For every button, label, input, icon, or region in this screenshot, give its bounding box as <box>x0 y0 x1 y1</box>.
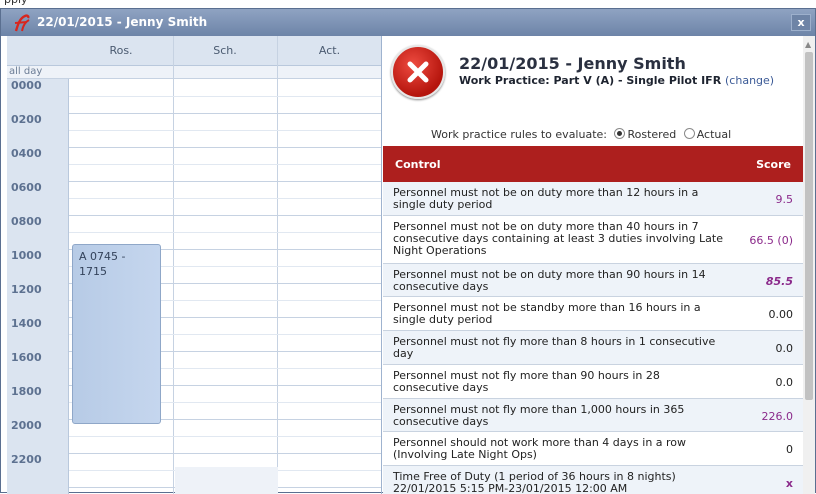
control-text: Personnel must not be standby more than … <box>393 301 701 326</box>
time-label: 0200 <box>11 113 42 126</box>
score-value: 226.0 <box>761 410 794 423</box>
time-label: 1200 <box>11 283 42 296</box>
control-text: Personnel must not fly more than 1,000 h… <box>393 403 685 428</box>
schedule-panel: Ros. Sch. Act. all day 0000 0200 0400 06… <box>7 36 382 494</box>
detail-panel: 22/01/2015 - Jenny Smith Work Practice: … <box>383 36 803 494</box>
score-value: 0 <box>786 443 793 456</box>
title-bar: 22/01/2015 - Jenny Smith x <box>1 9 815 36</box>
control-text: Personnel must not be on duty more than … <box>393 186 699 211</box>
scroll-thumb[interactable] <box>805 52 813 400</box>
schedule-dialog: 22/01/2015 - Jenny Smith x Ros. Sch. Act… <box>0 8 816 494</box>
table-row[interactable]: Personnel must not fly more than 1,000 h… <box>383 399 803 432</box>
time-label: 1400 <box>11 317 42 330</box>
rules-label: Work practice rules to evaluate: <box>431 128 607 141</box>
window-title: 22/01/2015 - Jenny Smith <box>37 15 208 29</box>
table-row[interactable]: Personnel must not fly more than 8 hours… <box>383 331 803 365</box>
event-time-start: A 0745 - <box>79 250 126 263</box>
app-logo-icon <box>13 14 33 32</box>
table-row[interactable]: Personnel must not be on duty more than … <box>383 264 803 297</box>
change-work-practice-link[interactable]: (change) <box>725 74 774 87</box>
score-value: 85.5 <box>765 275 793 288</box>
event-time-end: 1715 <box>79 265 107 278</box>
score-value: 0.0 <box>775 376 794 389</box>
score-fail-mark: x <box>785 477 793 490</box>
controls-table-header: Control Score <box>383 146 803 182</box>
rostered-radio[interactable] <box>614 128 626 139</box>
all-day-label: all day <box>9 66 43 77</box>
column-header-actual[interactable]: Act. <box>277 44 381 57</box>
score-value: 66.5 (0) <box>749 234 793 247</box>
column-header-score: Score <box>756 158 791 171</box>
rules-selector: Work practice rules to evaluate: Rostere… <box>431 128 731 141</box>
time-label: 0400 <box>11 147 42 160</box>
time-column: 0000 0200 0400 0600 0800 1000 1200 1400 … <box>7 79 69 494</box>
top-strip-text: pply <box>4 0 28 6</box>
schedule-header: Ros. Sch. Act. <box>7 36 381 66</box>
control-text: Personnel must not be on duty more than … <box>393 220 723 257</box>
control-text: Time Free of Duty (1 period of 36 hours … <box>393 470 676 494</box>
work-practice-label: Work Practice: Part V (A) - Single Pilot… <box>459 74 774 87</box>
table-row[interactable]: Personnel must not fly more than 90 hour… <box>383 365 803 399</box>
score-value: 0.00 <box>768 308 794 321</box>
rostered-radio-label[interactable]: Rostered <box>627 128 676 141</box>
table-row[interactable]: Personnel must not be on duty more than … <box>383 182 803 216</box>
actual-radio[interactable] <box>683 128 695 139</box>
detail-scrollbar[interactable]: ▲ <box>803 36 815 494</box>
scroll-up-arrow-icon[interactable]: ▲ <box>805 40 811 49</box>
table-row[interactable]: Personnel should not work more than 4 da… <box>383 432 803 466</box>
grid-shaded-cell <box>175 467 278 494</box>
control-text: Personnel should not work more than 4 da… <box>393 436 687 461</box>
time-label: 0600 <box>11 181 42 194</box>
table-row[interactable]: Personnel must not be standby more than … <box>383 297 803 331</box>
time-label: 1600 <box>11 351 42 364</box>
time-label: 1800 <box>11 385 42 398</box>
time-label: 2000 <box>11 419 42 432</box>
time-label: 0800 <box>11 215 42 228</box>
score-value: 9.5 <box>775 193 794 206</box>
table-row[interactable]: Personnel must not be on duty more than … <box>383 216 803 264</box>
column-header-control: Control <box>395 158 441 171</box>
column-header-scheduled[interactable]: Sch. <box>173 44 277 57</box>
control-text: Personnel must not be on duty more than … <box>393 268 706 293</box>
column-header-rostered[interactable]: Ros. <box>69 44 173 57</box>
control-text: Personnel must not fly more than 8 hours… <box>393 335 716 360</box>
schedule-grid[interactable]: A 0745 - 1715 <box>69 36 381 494</box>
fail-status-icon <box>391 45 445 99</box>
work-practice-name: Work Practice: Part V (A) - Single Pilot… <box>459 74 722 87</box>
rostered-duty-event[interactable]: A 0745 - 1715 <box>72 244 161 424</box>
close-button[interactable]: x <box>791 14 811 31</box>
control-text: Personnel must not fly more than 90 hour… <box>393 369 660 394</box>
top-strip: pply <box>0 0 816 8</box>
event-label: A 0745 - 1715 <box>79 249 139 279</box>
table-row[interactable]: Time Free of Duty (1 period of 36 hours … <box>383 466 803 494</box>
time-label: 2200 <box>11 453 42 466</box>
time-label: 0000 <box>11 79 42 92</box>
time-label: 1000 <box>11 249 42 262</box>
actual-radio-label[interactable]: Actual <box>697 128 731 141</box>
all-day-row: all day <box>7 66 381 79</box>
detail-title: 22/01/2015 - Jenny Smith <box>459 54 686 73</box>
score-value: 0.0 <box>775 342 794 355</box>
